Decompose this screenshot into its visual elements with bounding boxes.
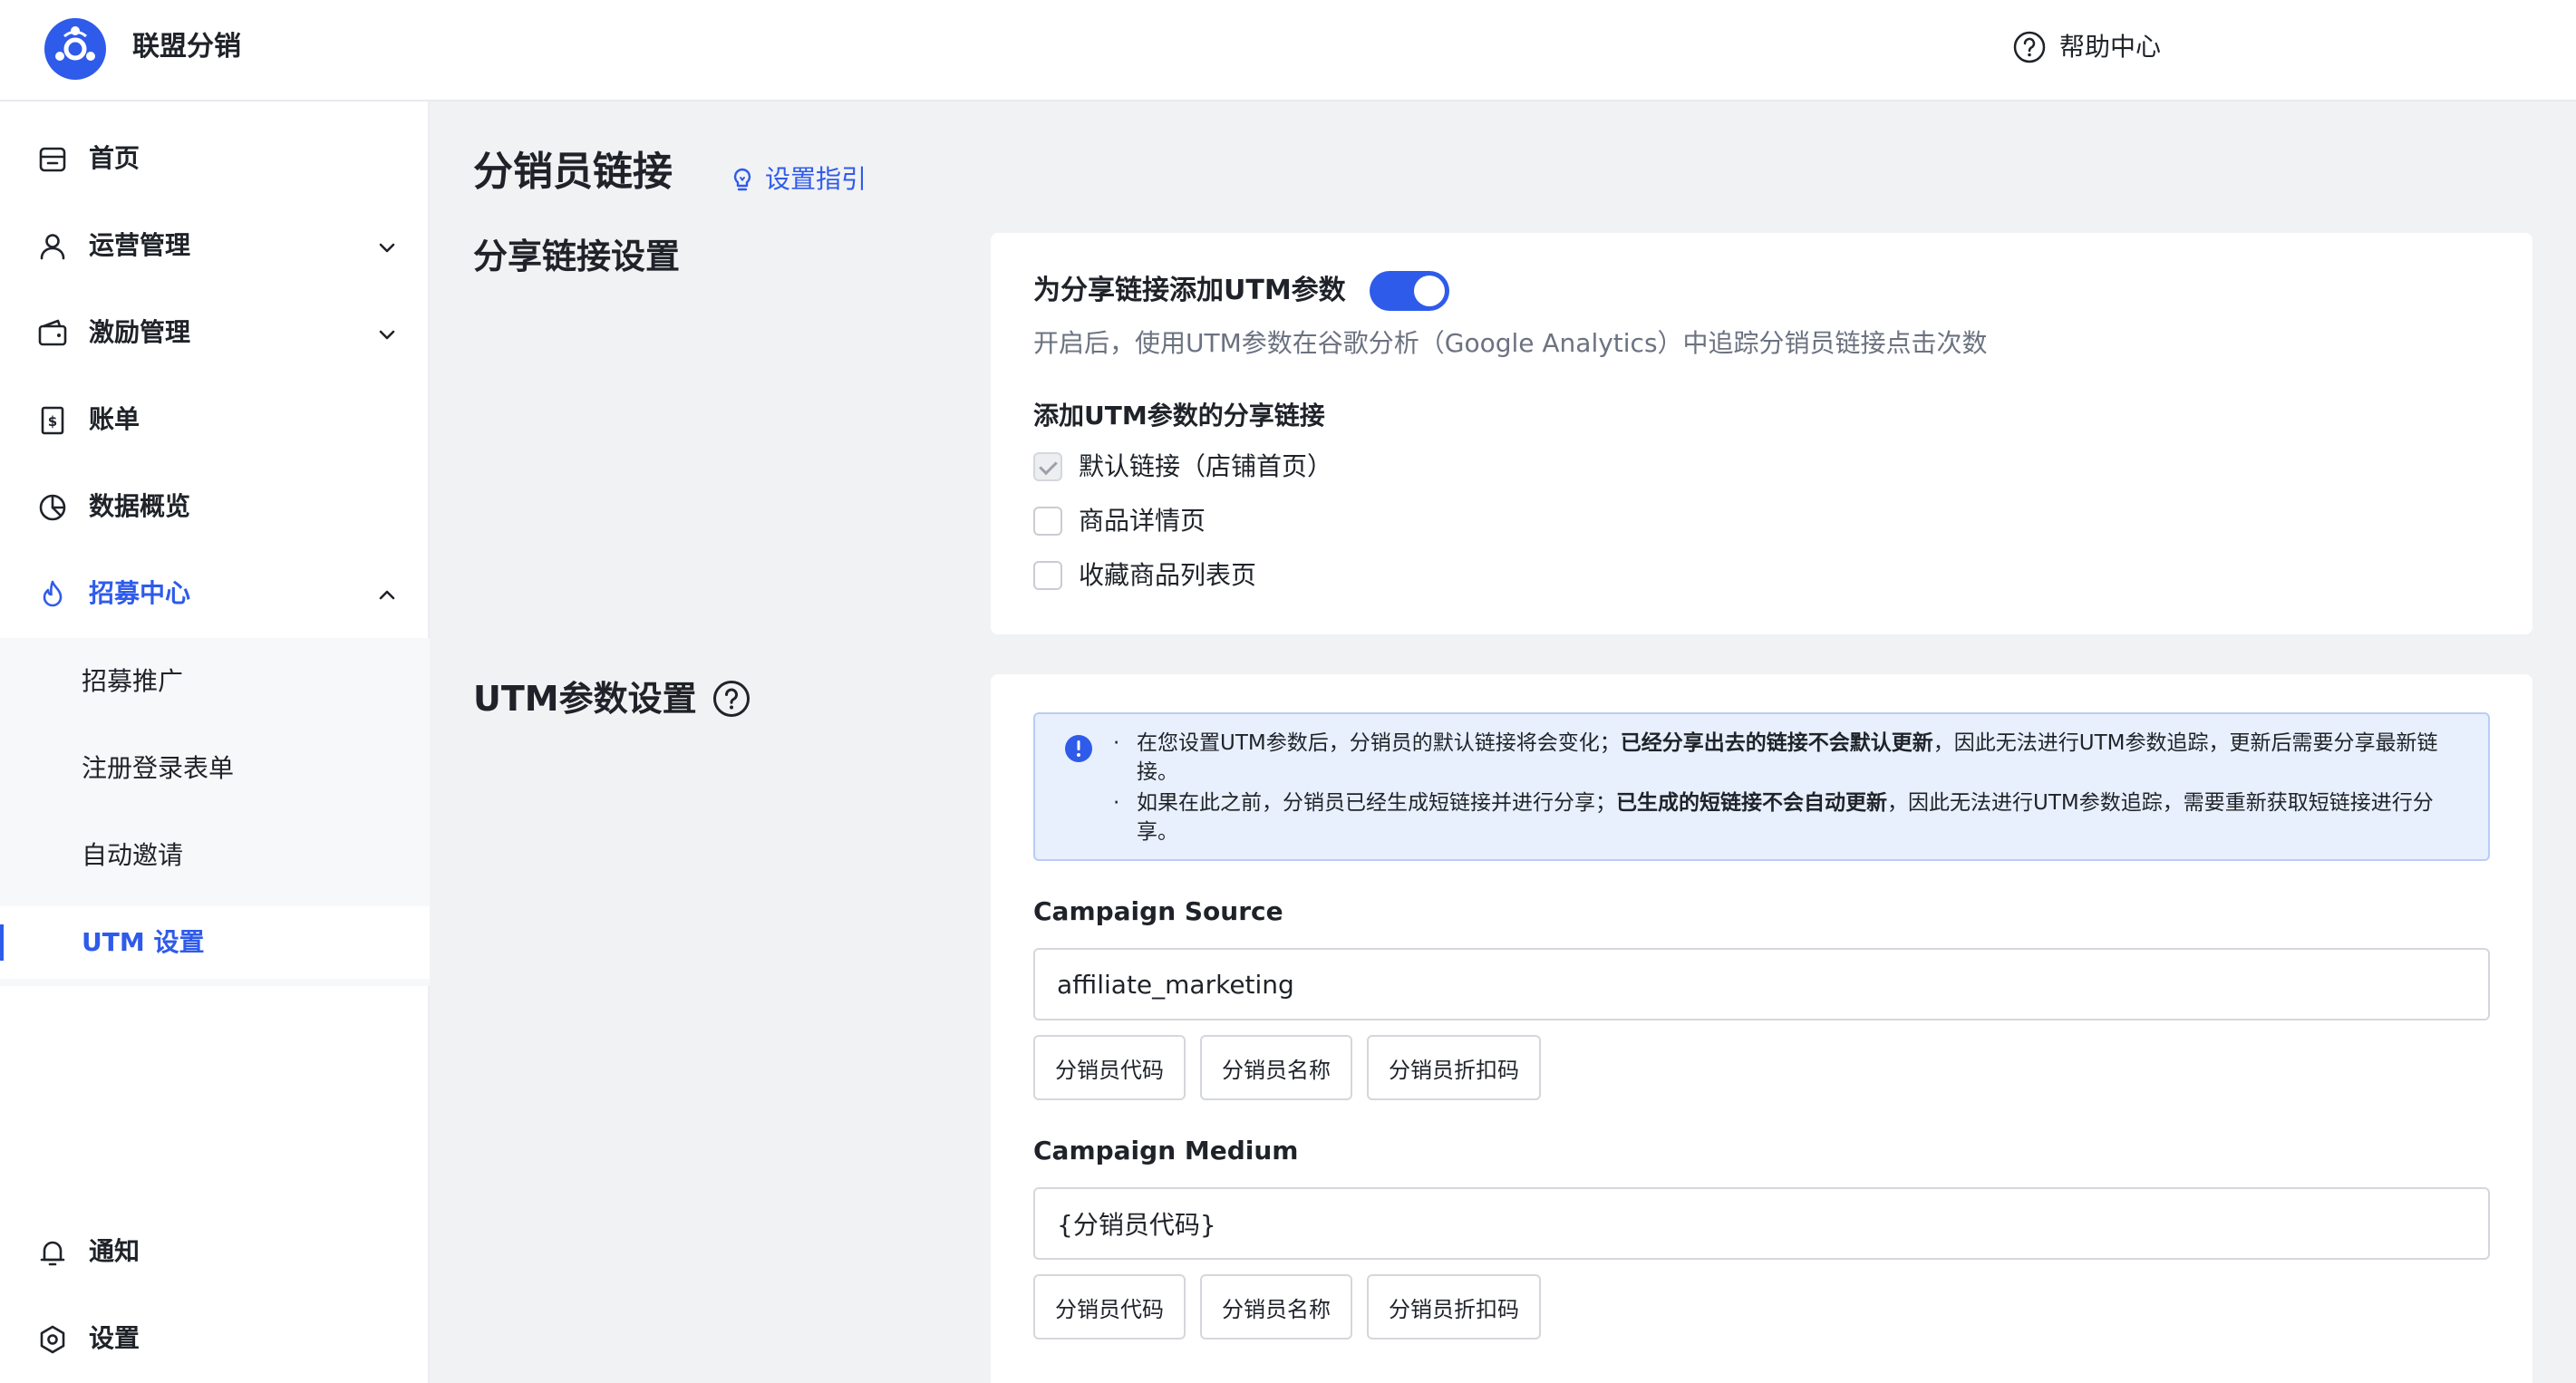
sidebar-item-settings[interactable]: 设置 bbox=[0, 1296, 430, 1383]
home-icon bbox=[39, 147, 66, 172]
pie-chart-icon bbox=[39, 494, 66, 521]
campaign-source-label: Campaign Source bbox=[1033, 896, 1283, 926]
insert-affiliate-name-chip[interactable]: 分销员名称 bbox=[1200, 1035, 1352, 1100]
sidebar-item-label: 通知 bbox=[89, 1236, 140, 1266]
campaign-source-input[interactable] bbox=[1033, 948, 2490, 1020]
utm-toggle-row: 为分享链接添加UTM参数 bbox=[1033, 271, 1449, 311]
campaign-medium-label: Campaign Medium bbox=[1033, 1136, 1299, 1165]
checkbox-favorites-list[interactable]: 收藏商品列表页 bbox=[1033, 557, 1256, 594]
insert-affiliate-name-chip[interactable]: 分销员名称 bbox=[1200, 1274, 1352, 1339]
sidebar-item-home[interactable]: 首页 bbox=[0, 116, 430, 203]
wallet-icon bbox=[38, 319, 67, 346]
insert-affiliate-discount-chip[interactable]: 分销员折扣码 bbox=[1367, 1035, 1541, 1100]
share-link-section-title-text: 分享链接设置 bbox=[473, 237, 681, 276]
share-link-section-title: 分享链接设置 bbox=[473, 232, 680, 281]
info-icon bbox=[1065, 735, 1092, 762]
sidebar-subitem-label: 招募推广 bbox=[82, 666, 184, 696]
sidebar-item-label: 设置 bbox=[89, 1323, 140, 1353]
help-circle-icon[interactable] bbox=[712, 679, 751, 719]
sidebar-subitem-label: 自动邀请 bbox=[82, 840, 184, 870]
favorites-list-checkbox[interactable] bbox=[1033, 561, 1062, 590]
utm-toggle-label: 为分享链接添加UTM参数 bbox=[1033, 275, 1346, 306]
sidebar-subitem-label: 注册登录表单 bbox=[82, 753, 235, 783]
default-link-checkbox[interactable] bbox=[1033, 452, 1062, 481]
utm-toggle-description: 开启后，使用UTM参数在谷歌分析（Google Analytics）中追踪分销员… bbox=[1033, 328, 1988, 358]
recruitment-submenu: 招募推广 注册登录表单 自动邀请 UTM 设置 bbox=[0, 638, 430, 986]
utm-info-notice: 在您设置UTM参数后，分销员的默认链接将会变化；已经分享出去的链接不会默认更新，… bbox=[1033, 712, 2490, 861]
checkbox-default-link[interactable]: 默认链接（店铺首页） bbox=[1033, 449, 1332, 485]
campaign-source-chips: 分销员代码 分销员名称 分销员折扣码 bbox=[1033, 1035, 1541, 1100]
app-logo-icon[interactable] bbox=[44, 18, 106, 80]
sidebar-subitem-utm-settings[interactable]: UTM 设置 bbox=[0, 906, 430, 979]
checkbox-label: 商品详情页 bbox=[1079, 506, 1206, 536]
sidebar-item-bills[interactable]: $ 账单 bbox=[0, 377, 430, 464]
checkbox-product-detail[interactable]: 商品详情页 bbox=[1033, 503, 1206, 539]
top-bar: 联盟分销 帮助中心 bbox=[0, 0, 2576, 102]
sidebar-item-label: 账单 bbox=[89, 404, 140, 434]
sidebar-item-label: 首页 bbox=[89, 143, 140, 173]
setup-guide-link[interactable]: 设置指引 bbox=[729, 161, 867, 198]
sidebar-subitem-recruit-promotion[interactable]: 招募推广 bbox=[0, 645, 430, 718]
utm-toggle-switch[interactable] bbox=[1369, 271, 1449, 311]
insert-affiliate-code-chip[interactable]: 分销员代码 bbox=[1033, 1274, 1186, 1339]
info-line-2-text: 如果在此之前，分销员已经生成短链接并进行分享； bbox=[1137, 791, 1616, 815]
checkbox-label: 收藏商品列表页 bbox=[1079, 560, 1257, 590]
info-line-2-bold: 已生成的短链接不会自动更新 bbox=[1616, 791, 1887, 815]
sidebar-item-notifications[interactable]: 通知 bbox=[0, 1209, 430, 1296]
product-detail-checkbox[interactable] bbox=[1033, 507, 1062, 536]
svg-text:$: $ bbox=[48, 413, 57, 430]
utm-params-section-title-text: UTM参数设置 bbox=[473, 679, 697, 719]
help-center-link[interactable]: 帮助中心 bbox=[2012, 27, 2161, 67]
sidebar-item-label: 数据概览 bbox=[89, 491, 191, 521]
checkbox-label: 默认链接（店铺首页） bbox=[1079, 451, 1333, 481]
sidebar-item-label: 招募中心 bbox=[89, 578, 191, 608]
help-circle-icon bbox=[2013, 31, 2046, 63]
utm-params-card: 在您设置UTM参数后，分销员的默认链接将会变化；已经分享出去的链接不会默认更新，… bbox=[991, 674, 2532, 1383]
utm-params-section-title: UTM参数设置 bbox=[473, 674, 751, 723]
chevron-down-icon[interactable] bbox=[375, 236, 399, 259]
gear-icon bbox=[40, 1325, 65, 1354]
info-line-1-text: 在您设置UTM参数后，分销员的默认链接将会变化； bbox=[1137, 731, 1621, 755]
sidebar-item-data-overview[interactable]: 数据概览 bbox=[0, 464, 430, 551]
help-center-label: 帮助中心 bbox=[2059, 32, 2162, 62]
sidebar-item-incentives[interactable]: 激励管理 bbox=[0, 290, 430, 377]
share-link-settings-card: 为分享链接添加UTM参数 开启后，使用UTM参数在谷歌分析（Google Ana… bbox=[991, 233, 2532, 634]
info-line-1: 在您设置UTM参数后，分销员的默认链接将会变化；已经分享出去的链接不会默认更新，… bbox=[1113, 729, 2460, 787]
sidebar-item-recruitment[interactable]: 招募中心 bbox=[0, 551, 430, 638]
utm-links-title: 添加UTM参数的分享链接 bbox=[1033, 401, 1325, 430]
lightbulb-icon bbox=[733, 168, 751, 191]
sidebar-subitem-auto-invite[interactable]: 自动邀请 bbox=[0, 819, 430, 892]
bill-icon: $ bbox=[41, 406, 64, 435]
campaign-medium-chips: 分销员代码 分销员名称 分销员折扣码 bbox=[1033, 1274, 1541, 1339]
sidebar: 首页 运营管理 激励管理 $ 账单 数据概览 招募中心 招募推广 注册登录表单 … bbox=[0, 102, 430, 1383]
page-title: 分销员链接 bbox=[473, 149, 673, 195]
app-title: 联盟分销 bbox=[132, 31, 241, 63]
flame-icon bbox=[43, 580, 63, 607]
sidebar-subitem-label: UTM 设置 bbox=[82, 927, 205, 957]
info-line-2: 如果在此之前，分销员已经生成短链接并进行分享；已生成的短链接不会自动更新，因此无… bbox=[1113, 788, 2460, 846]
chevron-up-icon[interactable] bbox=[375, 584, 399, 607]
setup-guide-label: 设置指引 bbox=[765, 164, 867, 194]
sidebar-item-label: 运营管理 bbox=[89, 230, 191, 260]
sidebar-subitem-register-form[interactable]: 注册登录表单 bbox=[0, 732, 430, 805]
sidebar-item-label: 激励管理 bbox=[89, 317, 191, 347]
chevron-down-icon[interactable] bbox=[375, 323, 399, 346]
insert-affiliate-discount-chip[interactable]: 分销员折扣码 bbox=[1367, 1274, 1541, 1339]
sidebar-item-operations[interactable]: 运营管理 bbox=[0, 203, 430, 290]
user-icon bbox=[40, 234, 65, 260]
bell-icon bbox=[40, 1241, 65, 1266]
campaign-medium-input[interactable] bbox=[1033, 1187, 2490, 1260]
insert-affiliate-code-chip[interactable]: 分销员代码 bbox=[1033, 1035, 1186, 1100]
info-line-1-bold: 已经分享出去的链接不会默认更新 bbox=[1620, 731, 1933, 755]
